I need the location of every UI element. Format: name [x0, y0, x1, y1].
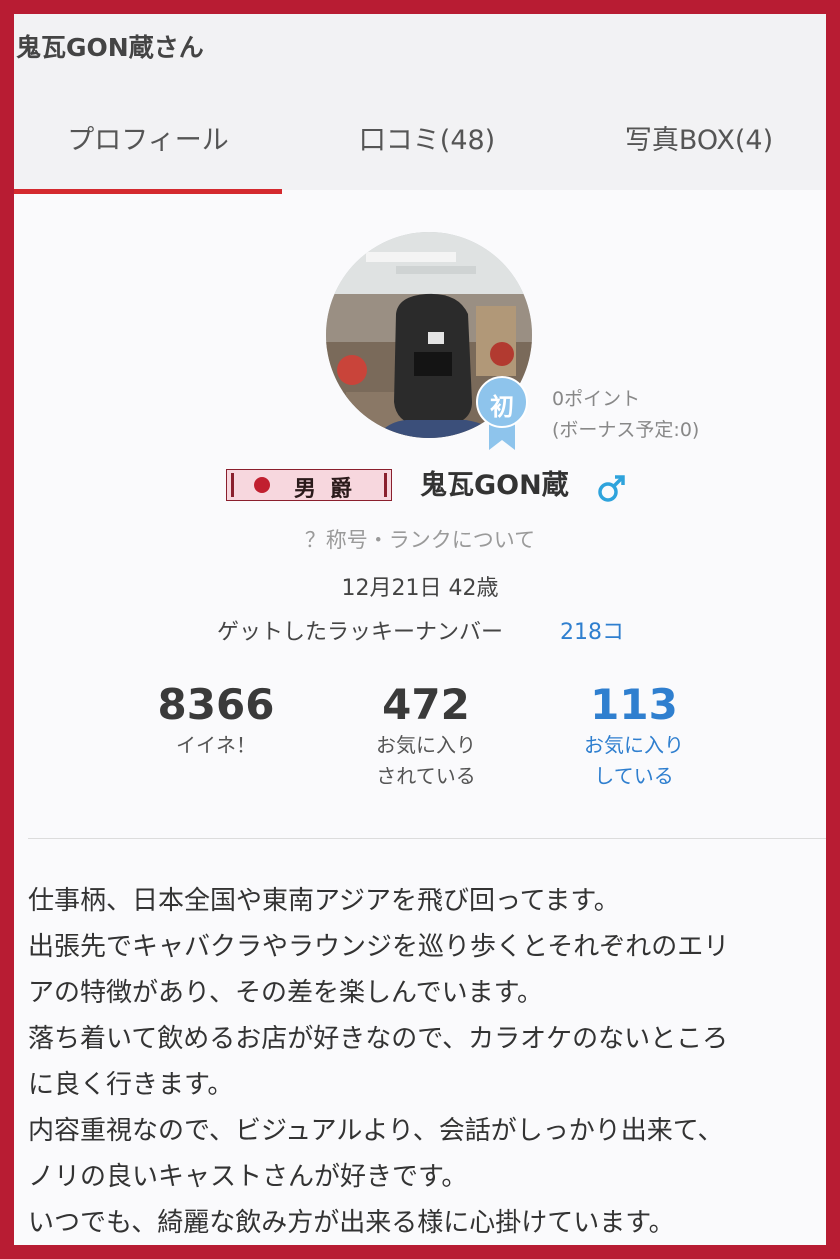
- tab-bar: プロフィール 口コミ(48) 写真BOX(4): [14, 84, 826, 194]
- header: 鬼瓦GON蔵さん プロフィール 口コミ(48) 写真BOX(4): [14, 14, 826, 194]
- favoriting-label-2[interactable]: している: [564, 761, 704, 792]
- bio-line: に良く行きます。: [28, 1070, 234, 1100]
- bio-line: アの特徴があり、その差を楽しんでいます。: [28, 978, 544, 1008]
- user-name: 鬼瓦GON蔵: [420, 470, 569, 501]
- favoriting-label-1[interactable]: お気に入り: [564, 730, 704, 761]
- screen-frame: 鬼瓦GON蔵さん プロフィール 口コミ(48) 写真BOX(4) 初 0ポイント…: [14, 14, 826, 1245]
- tab-photo-box[interactable]: 写真BOX(4): [572, 84, 826, 190]
- divider: [28, 838, 826, 839]
- likes-count: 8366: [157, 680, 275, 729]
- bio-line: いつでも、綺麗な飲み方が出来る様に心掛けています。: [28, 1208, 675, 1238]
- rank-info-link[interactable]: ？称号・ランクについて: [14, 524, 826, 554]
- bio-text: 仕事柄、日本全国や東南アジアを飛び回ってます。 出張先でキャバクラやラウンジを巡…: [28, 878, 818, 1245]
- birthday-age: 12月21日 42歳: [341, 576, 499, 601]
- bio-line: 仕事柄、日本全国や東南アジアを飛び回ってます。: [28, 886, 620, 916]
- favorited-by-label-2: されている: [376, 764, 476, 788]
- name-row: 男爵 鬼瓦GON蔵: [14, 466, 826, 510]
- bio-line: 出張先でキャバクラやラウンジを巡り歩くとそれぞれのエリ: [28, 932, 730, 962]
- tab-reviews[interactable]: 口コミ(48): [282, 84, 572, 190]
- points-info: 0ポイント (ボーナス予定:0): [552, 384, 699, 446]
- favoriting-count[interactable]: 113: [564, 680, 704, 730]
- bio-line: 内容重視なので、ビジュアルより、会話がしっかり出来て、: [28, 1116, 724, 1146]
- rank-plate: 男爵: [226, 469, 392, 502]
- badge-label: 初: [490, 393, 514, 421]
- tab-profile[interactable]: プロフィール: [14, 84, 282, 190]
- lucky-number-label: ゲットしたラッキーナンバー: [217, 620, 504, 645]
- bio-line: ノリの良いキャストさんが好きです。: [28, 1162, 468, 1192]
- stat-favoriting[interactable]: 113 お気に入り している: [564, 680, 704, 792]
- page-title: 鬼瓦GON蔵さん: [16, 33, 204, 62]
- male-symbol-icon: [596, 472, 628, 504]
- favorited-by-count: 472: [382, 680, 470, 729]
- bonus-points: (ボーナス予定:0): [552, 419, 700, 441]
- points-value: 0ポイント: [552, 388, 641, 410]
- stat-favorited-by: 472 お気に入り されている: [356, 680, 496, 792]
- likes-label: イイネ！: [176, 733, 256, 757]
- stat-likes: 8366 イイネ！: [146, 680, 286, 761]
- rank-label: 男爵: [293, 476, 366, 502]
- profile-content: 初 0ポイント (ボーナス予定:0) 男爵 鬼瓦GON蔵 ？称号・ランクについて…: [14, 190, 826, 1245]
- favorited-by-label-1: お気に入り: [376, 733, 476, 757]
- ribbon-badge-icon: 初: [476, 376, 528, 452]
- lucky-number-value[interactable]: 218コ: [560, 614, 624, 646]
- bio-line: 落ち着いて飲めるお店が好きなので、カラオケのないところ: [28, 1024, 729, 1054]
